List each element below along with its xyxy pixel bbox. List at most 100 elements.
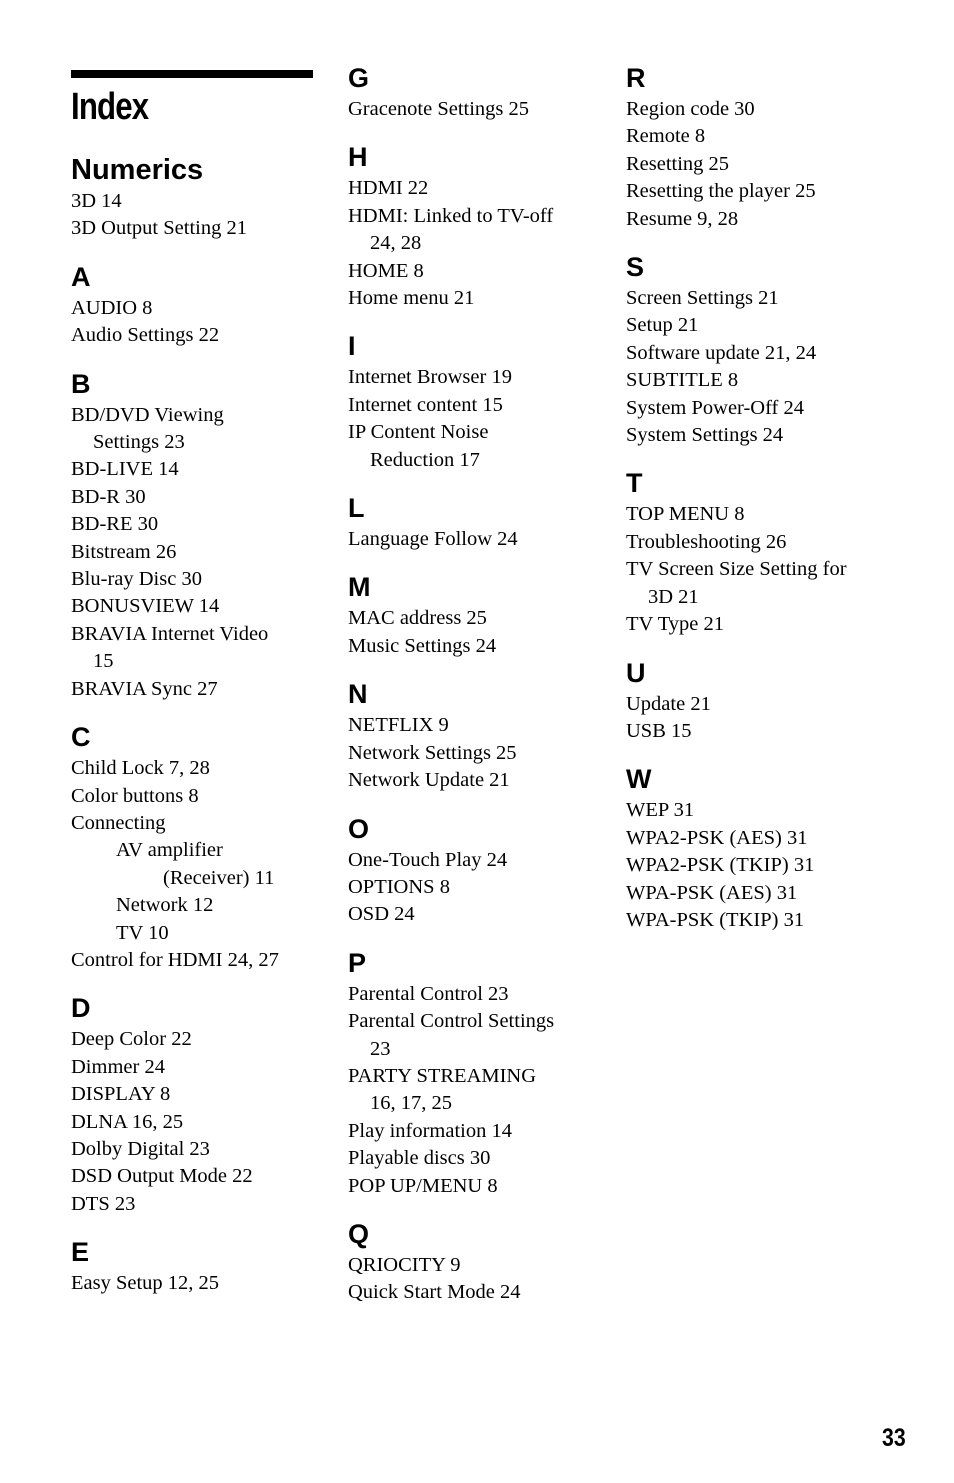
index-entry: WPA-PSK (TKIP) 31 — [626, 908, 805, 931]
index-entry: WPA2-PSK (AES) 31 — [626, 826, 808, 849]
index-section: I Internet Browser 19 Internet content 15 I… — [348, 328, 608, 474]
section-heading: A — [71, 261, 91, 292]
index-entry: Blu-ray Disc 30 — [71, 568, 202, 591]
index-entry: Music Settings 24 — [348, 634, 497, 657]
index-entry: Quick Start Mode 24 — [348, 1281, 521, 1304]
index-entry: QRIOCITY 9 — [348, 1253, 461, 1276]
section-heading: I — [348, 331, 356, 362]
section-heading: D — [71, 993, 91, 1024]
index-entry: One-Touch Play 24 — [348, 848, 508, 871]
index-section: R Region code 30 Remote 8 Resetting 25 Reset… — [626, 60, 886, 233]
section-heading: C — [71, 722, 91, 753]
index-section: O One-Touch Play 24 OPTIONS 8 OSD 24 — [348, 811, 608, 929]
index-subentry: TV 10 — [116, 921, 169, 944]
index-column-2: G Gracenote Settings 25 H HDMI 22 HDMI: Link… — [348, 60, 608, 1323]
index-entry: Network Update 21 — [348, 769, 510, 792]
section-heading: G — [348, 63, 370, 93]
index-entry: TOP MENU 8 — [626, 503, 745, 526]
index-entry: System Power-Off 24 — [626, 396, 805, 419]
index-entry: 3D 21 — [648, 585, 699, 608]
index-section: N NETFLIX 9 Network Settings 25 Network Upd… — [348, 676, 608, 794]
page-number: 33 — [882, 1424, 906, 1452]
index-entry: SUBTITLE 8 — [626, 369, 739, 392]
title-rule — [71, 70, 313, 78]
section-heading: Q — [348, 1218, 370, 1249]
section-heading: M — [348, 572, 371, 603]
section-heading: T — [626, 468, 643, 499]
index-entry: Parental Control Settings — [348, 1010, 555, 1033]
index-entry: Parental Control 23 — [348, 982, 509, 1005]
index-section: T TOP MENU 8 Troubleshooting 26 TV Screen S… — [626, 465, 886, 638]
index-entry: NETFLIX 9 — [348, 714, 449, 737]
index-entry: BONUSVIEW 14 — [71, 595, 220, 618]
section-heading: O — [348, 813, 370, 844]
index-entry: DLNA 16, 25 — [71, 1110, 184, 1133]
index-entry: 24, 28 — [370, 232, 422, 255]
index-subentry: Network 12 — [116, 894, 214, 917]
index-entry: Deep Color 22 — [71, 1028, 192, 1051]
index-entry: Setup 21 — [626, 314, 699, 337]
index-section: S Screen Settings 21 Setup 21 Software upda… — [626, 249, 886, 449]
index-section: M MAC address 25 Music Settings 24 — [348, 569, 608, 660]
section-heading: N — [348, 679, 368, 710]
index-entry: Dolby Digital 23 — [71, 1137, 210, 1160]
index-entry: IP Content Noise — [348, 421, 489, 444]
index-section: G Gracenote Settings 25 — [348, 60, 608, 123]
index-entry: Resume 9, 28 — [626, 207, 739, 230]
index-entry: Dimmer 24 — [71, 1055, 165, 1078]
index-entry: BD/DVD Viewing — [71, 403, 224, 426]
index-entry: Troubleshooting 26 — [626, 530, 787, 553]
index-entry: HDMI: Linked to TV-off — [348, 204, 554, 227]
index-entry: WPA-PSK (AES) 31 — [626, 881, 798, 904]
index-entry: WPA2-PSK (TKIP) 31 — [626, 854, 815, 877]
index-column-1: Numerics 3D 14 3D Output Setting 21 A AUDIO … — [71, 152, 331, 1314]
index-entry: Playable discs 30 — [348, 1147, 491, 1170]
index-entry: 15 — [93, 650, 114, 673]
section-heading: Numerics — [71, 154, 204, 186]
index-entry: BRAVIA Sync 27 — [71, 677, 218, 700]
section-heading: P — [348, 947, 367, 978]
index-entry: Internet Browser 19 — [348, 366, 512, 389]
index-section: U Update 21 USB 15 — [626, 655, 886, 746]
index-entry: 16, 17, 25 — [370, 1092, 452, 1115]
section-heading: L — [348, 493, 365, 524]
index-entry: DSD Output Mode 22 — [71, 1165, 253, 1188]
index-entry: Home menu 21 — [348, 287, 475, 310]
index-entry: BD-RE 30 — [71, 513, 159, 536]
index-entry: Internet content 15 — [348, 393, 503, 416]
index-section: Q QRIOCITY 9 Quick Start Mode 24 — [348, 1216, 608, 1307]
index-section: D Deep Color 22 Dimmer 24 DISPLAY 8 DLNA 16,… — [71, 990, 331, 1218]
index-entry: Network Settings 25 — [348, 741, 517, 764]
index-entry: Language Follow 24 — [348, 528, 518, 551]
index-entry: DISPLAY 8 — [71, 1083, 171, 1106]
index-entry: AUDIO 8 — [71, 296, 153, 319]
index-section: P Parental Control 23 Parental Control Set… — [348, 945, 608, 1200]
index-entry: Resetting the player 25 — [626, 180, 816, 203]
section-heading: B — [71, 368, 91, 399]
index-section: A AUDIO 8 Audio Settings 22 — [71, 259, 331, 350]
index-entry: Screen Settings 21 — [626, 287, 779, 310]
index-entry: Color buttons 8 — [71, 784, 199, 807]
index-entry: WEP 31 — [626, 799, 695, 822]
index-entry: PARTY STREAMING — [348, 1064, 537, 1087]
index-entry: TV Screen Size Setting for — [626, 558, 847, 581]
index-entry: POP UP/MENU 8 — [348, 1174, 498, 1197]
index-entry: 3D 14 — [71, 190, 122, 212]
index-entry: Update 21 — [626, 692, 711, 715]
section-heading: S — [626, 252, 645, 283]
section-heading: E — [71, 1237, 90, 1268]
index-entry: Play information 14 — [348, 1119, 512, 1142]
index-entry: TV Type 21 — [626, 613, 725, 636]
index-entry: Child Lock 7, 28 — [71, 757, 210, 780]
index-entry: Control for HDMI 24, 27 — [71, 948, 279, 971]
index-entry: 3D Output Setting 21 — [71, 217, 247, 240]
index-entry: System Settings 24 — [626, 424, 784, 447]
section-heading: U — [626, 657, 646, 688]
index-entry: Region code 30 — [626, 98, 755, 120]
index-entry: Settings 23 — [93, 431, 185, 454]
section-heading: H — [348, 142, 368, 173]
index-section: C Child Lock 7, 28 Color buttons 8 Connecti… — [71, 719, 331, 974]
index-entry: Connecting — [71, 811, 166, 834]
index-entry: 23 — [370, 1037, 391, 1060]
index-entry: DTS 23 — [71, 1192, 136, 1215]
